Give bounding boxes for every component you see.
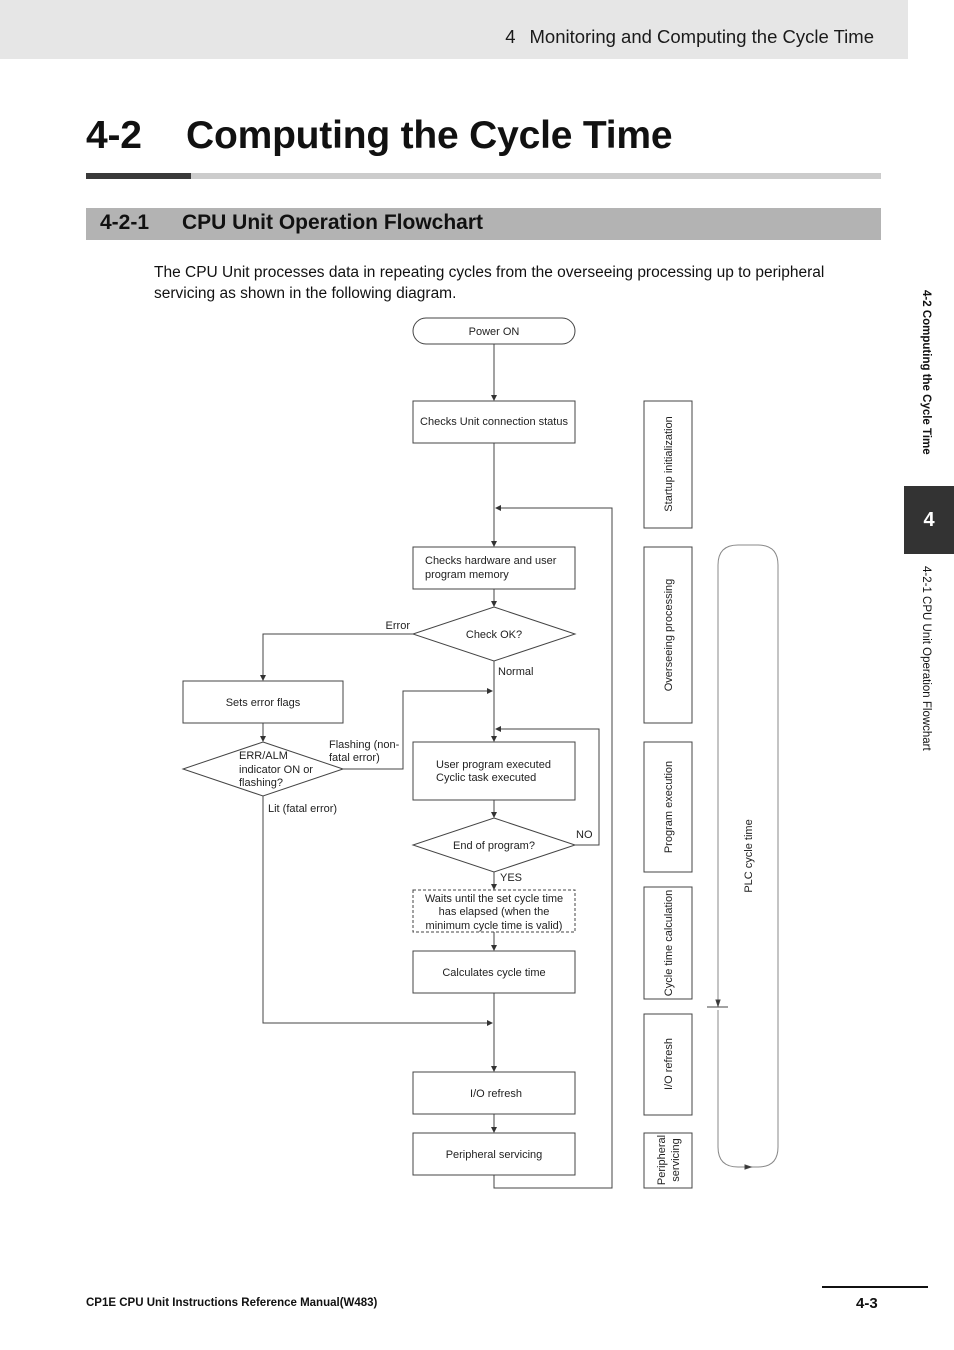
label-sets-error-flags: Sets error flags xyxy=(226,697,301,709)
edge-label-flashing-2: fatal error) xyxy=(329,752,380,764)
node-user-program xyxy=(412,741,576,801)
label-waits-2: has elapsed (when the xyxy=(439,906,550,918)
phase-peripheral-box xyxy=(643,1132,693,1189)
footer-rule xyxy=(822,1286,928,1288)
label-peripheral-servicing: Peripheral servicing xyxy=(446,1149,543,1161)
label-err-alm-1: ERR/ALM xyxy=(239,750,288,762)
plc-cycle-arrow-down xyxy=(715,999,721,1008)
label-end-of-program: End of program? xyxy=(453,840,535,852)
node-check-memory xyxy=(412,546,576,590)
edge-error xyxy=(260,633,413,681)
footer-manual-title: CP1E CPU Unit Instructions Reference Man… xyxy=(86,1297,378,1309)
plc-cycle-arrow-right xyxy=(744,1164,753,1170)
phase-label-io: I/O refresh xyxy=(663,1038,675,1090)
label-waits-3: minimum cycle time is valid) xyxy=(426,920,563,932)
footer-page-number: 4-3 xyxy=(856,1295,878,1312)
phase-label-startup: Startup initialization xyxy=(663,416,675,511)
phase-label-peripheral-2: servicing xyxy=(670,1138,682,1181)
edge-label-normal: Normal xyxy=(498,666,533,678)
phase-label-peripheral-1: Peripheral xyxy=(656,1135,668,1185)
label-check-ok: Check OK? xyxy=(466,629,522,641)
phase-label-program: Program execution xyxy=(663,761,675,853)
label-power-on: Power ON xyxy=(469,326,520,338)
label-io-refresh: I/O refresh xyxy=(470,1088,522,1100)
label-check-memory-1: Checks hardware and user xyxy=(425,555,557,567)
flowchart: Power ON Checks Unit connection status C… xyxy=(181,317,779,1189)
edge-label-flashing-1: Flashing (non- xyxy=(329,739,400,751)
label-err-alm-3: flashing? xyxy=(239,777,283,789)
phase-label-cycle-calc: Cycle time calculation xyxy=(663,890,675,996)
label-err-alm-2: indicator ON or xyxy=(239,764,313,776)
edge-label-yes: YES xyxy=(500,872,522,884)
label-waits-1: Waits until the set cycle time xyxy=(425,893,563,905)
label-user-program-1: User program executed xyxy=(436,759,551,771)
label-check-connection: Checks Unit connection status xyxy=(420,416,568,428)
edge-label-no: NO xyxy=(576,829,593,841)
label-calculates-cycle: Calculates cycle time xyxy=(442,967,545,979)
edge-label-error: Error xyxy=(386,620,411,632)
label-check-memory-2: program memory xyxy=(425,569,509,581)
label-user-program-2: Cyclic task executed xyxy=(436,772,536,784)
plc-cycle-time-label: PLC cycle time xyxy=(743,819,755,892)
phase-label-overseeing: Overseeing processing xyxy=(663,579,675,692)
edge-label-lit: Lit (fatal error) xyxy=(268,803,337,815)
